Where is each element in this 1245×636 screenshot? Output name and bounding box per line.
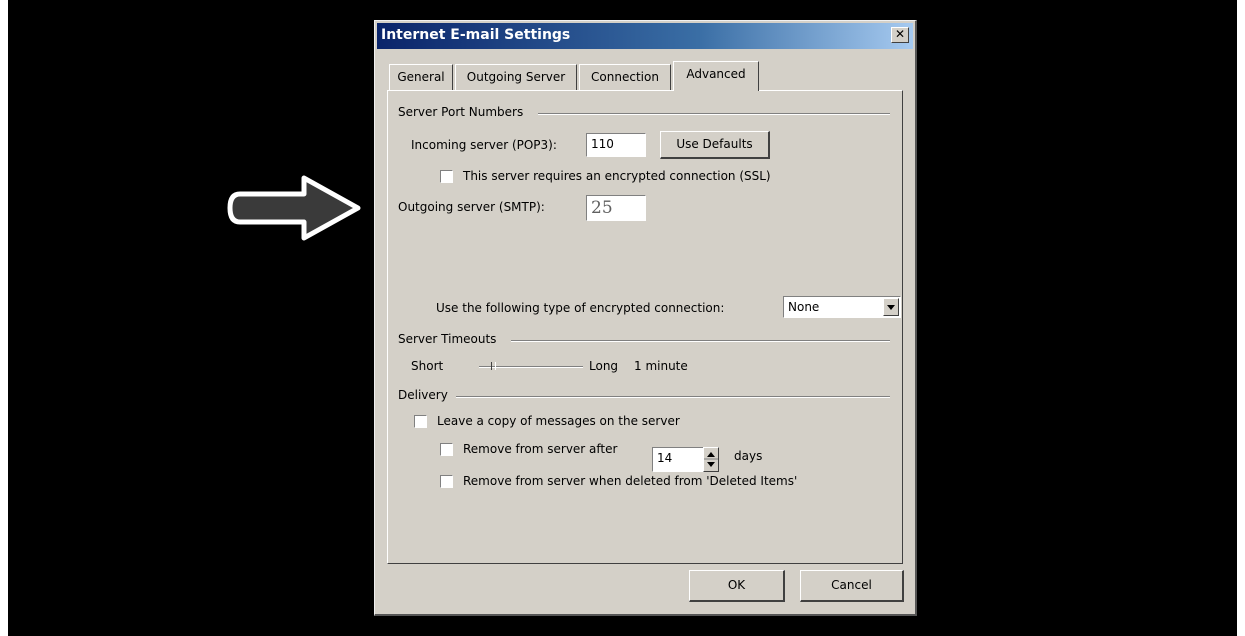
encryption-type-label: Use the following type of encrypted conn… — [436, 301, 725, 315]
advanced-tab-panel: Server Port Numbers Incoming server (POP… — [387, 90, 903, 564]
dialog-title-bar[interactable]: Internet E-mail Settings ✕ — [377, 23, 913, 49]
tab-advanced-label: Advanced — [686, 67, 746, 81]
tab-general[interactable]: General — [389, 64, 453, 90]
right-arrow-pointer-icon — [227, 175, 361, 241]
outgoing-server-label: Outgoing server (SMTP): — [398, 200, 545, 214]
dropdown-arrow-icon — [887, 305, 895, 310]
use-defaults-label: Use Defaults — [676, 137, 753, 151]
ssl-label: This server requires an encrypted connec… — [463, 169, 771, 183]
ok-label: OK — [727, 578, 746, 592]
spinner-up-icon[interactable] — [707, 452, 715, 457]
tab-general-label: General — [397, 70, 445, 84]
incoming-server-label: Incoming server (POP3): — [411, 138, 557, 152]
remove-after-label: Remove from server after — [463, 442, 618, 456]
timeout-long-label: Long — [589, 359, 619, 373]
tab-advanced[interactable]: Advanced — [673, 61, 759, 91]
leave-copy-label: Leave a copy of messages on the server — [437, 414, 680, 428]
ssl-checkbox[interactable] — [440, 170, 453, 183]
remove-after-days-input[interactable]: 14 — [652, 447, 704, 472]
delivery-heading: Delivery — [398, 388, 448, 402]
close-icon: ✕ — [894, 27, 906, 41]
encryption-type-value: None — [788, 300, 820, 314]
timeout-value-label: 1 minute — [634, 359, 688, 373]
encryption-type-select[interactable]: None — [783, 296, 901, 318]
dialog-title: Internet E-mail Settings — [381, 27, 571, 43]
outgoing-port-value: 25 — [591, 198, 613, 218]
internet-email-settings-dialog: Internet E-mail Settings ✕ General Outgo… — [374, 20, 917, 616]
incoming-port-input[interactable]: 110 — [586, 133, 646, 157]
use-defaults-button[interactable]: Use Defaults — [660, 131, 770, 159]
spinner-down-icon[interactable] — [707, 462, 715, 467]
cancel-button[interactable]: Cancel — [800, 570, 904, 602]
leave-copy-checkbox[interactable] — [414, 415, 427, 428]
remove-after-checkbox[interactable] — [440, 443, 453, 456]
spinner-arrows — [704, 452, 718, 467]
remove-deleted-checkbox[interactable] — [440, 475, 453, 488]
server-timeouts-heading: Server Timeouts — [398, 332, 497, 346]
remove-deleted-label: Remove from server when deleted from 'De… — [463, 474, 798, 488]
timeout-slider-thumb[interactable] — [491, 362, 496, 370]
ok-button[interactable]: OK — [689, 570, 785, 602]
section-divider — [456, 396, 890, 398]
tab-outgoing-server-label: Outgoing Server — [466, 70, 566, 84]
tab-outgoing-server[interactable]: Outgoing Server — [455, 64, 577, 90]
days-label: days — [734, 449, 763, 463]
section-divider — [511, 340, 890, 342]
timeout-short-label: Short — [411, 359, 444, 373]
screen-backdrop: Internet E-mail Settings ✕ General Outgo… — [8, 0, 1237, 636]
tab-connection-label: Connection — [591, 70, 659, 84]
outgoing-port-input[interactable]: 25 — [586, 195, 646, 221]
cancel-label: Cancel — [831, 578, 872, 592]
close-button[interactable]: ✕ — [891, 27, 909, 43]
tab-connection[interactable]: Connection — [579, 64, 671, 90]
incoming-port-value: 110 — [591, 137, 614, 151]
days-spinner[interactable] — [703, 447, 719, 472]
section-divider — [538, 113, 890, 115]
remove-after-days-value: 14 — [657, 451, 673, 465]
dropdown-button[interactable] — [883, 298, 899, 316]
server-port-numbers-heading: Server Port Numbers — [398, 105, 524, 119]
